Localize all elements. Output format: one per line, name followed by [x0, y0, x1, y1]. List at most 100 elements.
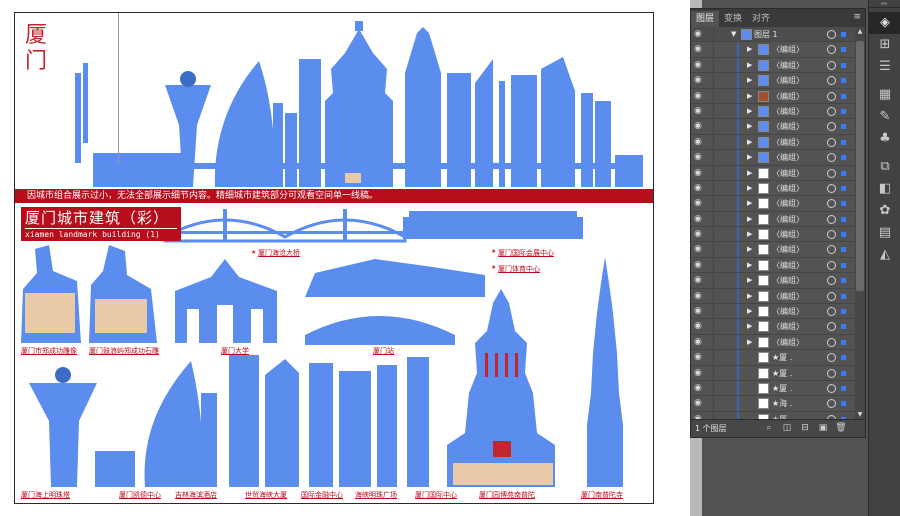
layer-row[interactable]: ◉ ★海 .	[691, 396, 855, 412]
layer-row[interactable]: ◉ ▶ 〈编组〉	[691, 88, 855, 104]
artboard[interactable]: ★ ★ ★ 厦门 因城市组合展示过小，无法全部展示细节内容。精细城市建筑部分可观看空…	[14, 12, 654, 504]
object-name[interactable]: 〈编组〉	[772, 167, 804, 180]
layer-row[interactable]: ◉ ★厦 .	[691, 365, 855, 381]
object-name[interactable]: 〈编组〉	[772, 43, 804, 56]
selection-indicator[interactable]	[841, 247, 846, 253]
target-circle-icon[interactable]	[827, 276, 836, 286]
expand-triangle-icon[interactable]: ▶	[747, 91, 752, 101]
selection-indicator[interactable]	[841, 324, 846, 330]
expand-triangle-icon[interactable]: ▶	[747, 229, 752, 239]
color-guide-icon[interactable]: ✿	[869, 200, 900, 222]
tab-transform[interactable]: 变换	[719, 11, 747, 27]
transparency-icon[interactable]: ◭	[869, 244, 900, 266]
lock-column[interactable]	[713, 196, 714, 211]
tab-align[interactable]: 对齐	[747, 11, 775, 27]
object-name[interactable]: 〈编组〉	[772, 90, 804, 103]
visibility-eye-icon[interactable]: ◉	[694, 106, 706, 116]
visibility-eye-icon[interactable]: ◉	[694, 383, 706, 393]
lock-column[interactable]	[713, 119, 714, 134]
selection-indicator[interactable]	[841, 32, 846, 37]
selection-indicator[interactable]	[841, 139, 846, 145]
align-icon[interactable]: ☰	[869, 56, 900, 78]
target-circle-icon[interactable]	[827, 106, 836, 116]
object-name[interactable]: 〈编组〉	[772, 136, 804, 149]
target-circle-icon[interactable]	[827, 337, 836, 347]
visibility-eye-icon[interactable]: ◉	[694, 168, 706, 178]
create-sublayer-icon[interactable]: ⊟	[799, 423, 811, 434]
target-circle-icon[interactable]	[827, 199, 836, 209]
expand-triangle-icon[interactable]: ▶	[747, 75, 752, 85]
expand-triangle-icon[interactable]: ▶	[747, 321, 752, 331]
make-clipping-mask-icon[interactable]: ◫	[781, 423, 793, 434]
visibility-eye-icon[interactable]: ◉	[694, 321, 706, 331]
expand-triangle-icon[interactable]: ▶	[747, 106, 752, 116]
expand-triangle-icon[interactable]: ▶	[747, 260, 752, 270]
locate-object-icon[interactable]: ⌕	[763, 423, 775, 434]
layer-row[interactable]: ◉ ▶ 〈编组〉	[691, 165, 855, 181]
visibility-eye-icon[interactable]: ◉	[694, 244, 706, 254]
object-name[interactable]: ★厦 .	[772, 367, 792, 380]
selection-indicator[interactable]	[841, 278, 846, 284]
selection-indicator[interactable]	[841, 93, 846, 99]
selection-indicator[interactable]	[841, 47, 846, 53]
expand-triangle-icon[interactable]: ▶	[747, 198, 752, 208]
target-circle-icon[interactable]	[827, 45, 836, 55]
lock-column[interactable]	[713, 73, 714, 88]
expand-triangle-icon[interactable]: ▶	[747, 214, 752, 224]
selection-indicator[interactable]	[841, 262, 846, 268]
layer-row[interactable]: ◉ ▶ 〈编组〉	[691, 180, 855, 197]
layer-row[interactable]: ◉ ▶ 〈编组〉	[691, 42, 855, 58]
target-circle-icon[interactable]	[827, 168, 836, 178]
expand-triangle-icon[interactable]: ▶	[747, 244, 752, 254]
lock-column[interactable]	[713, 180, 714, 196]
target-circle-icon[interactable]	[827, 245, 836, 255]
object-name[interactable]: 〈编组〉	[772, 290, 804, 303]
selection-indicator[interactable]	[841, 293, 846, 299]
expand-triangle-icon[interactable]: ▼	[731, 29, 736, 39]
layer-row[interactable]: ◉ ★厦 .	[691, 350, 855, 366]
lock-column[interactable]	[713, 88, 714, 103]
visibility-eye-icon[interactable]: ◉	[694, 91, 706, 101]
object-name[interactable]: 〈编组〉	[772, 228, 804, 241]
scroll-up-icon[interactable]: ▲	[856, 28, 864, 35]
lock-column[interactable]	[713, 365, 714, 380]
swatches-icon[interactable]: ▦	[869, 84, 900, 106]
layers-list[interactable]: ◉ ▼ 图层 1 ◉ ▶ 〈编组〉 ◉ ▶ 〈编组〉 ◉ ▶ 〈编组〉 ◉ ▶ 〈编组〉 ◉ ▶ 〈编组〉 ◉…	[691, 27, 855, 419]
visibility-eye-icon[interactable]: ◉	[694, 306, 706, 316]
lock-column[interactable]	[713, 334, 714, 350]
target-circle-icon[interactable]	[827, 137, 836, 147]
object-name[interactable]: ★厦 .	[772, 382, 792, 395]
target-circle-icon[interactable]	[827, 368, 836, 378]
document-canvas[interactable]: ★ ★ ★ 厦门 因城市组合展示过小，无法全部展示细节内容。精细城市建筑部分可观看空…	[0, 0, 690, 516]
expand-triangle-icon[interactable]: ▶	[747, 44, 752, 54]
object-name[interactable]: 〈编组〉	[772, 274, 804, 287]
layer-row[interactable]: ◉ ▶ 〈编组〉	[691, 73, 855, 89]
target-circle-icon[interactable]	[827, 122, 836, 132]
selection-indicator[interactable]	[841, 385, 846, 391]
lock-column[interactable]	[713, 103, 714, 119]
strip-grip[interactable]: ▸▸	[869, 0, 900, 8]
expand-triangle-icon[interactable]: ▶	[747, 152, 752, 162]
visibility-eye-icon[interactable]: ◉	[694, 121, 706, 131]
visibility-eye-icon[interactable]: ◉	[694, 291, 706, 301]
layer-row[interactable]: ◉ ★厦 .	[691, 380, 855, 397]
scroll-thumb[interactable]	[856, 41, 864, 291]
selection-indicator[interactable]	[841, 201, 846, 207]
expand-triangle-icon[interactable]: ▶	[747, 121, 752, 131]
gradient-icon[interactable]: ▤	[869, 222, 900, 244]
layer-row[interactable]: ◉ ▶ 〈编组〉	[691, 196, 855, 212]
layer-row[interactable]: ◉ ▶ 〈编组〉	[691, 211, 855, 228]
object-name[interactable]: 〈编组〉	[772, 197, 804, 210]
panel-menu-icon[interactable]: ≡	[853, 12, 861, 22]
visibility-eye-icon[interactable]: ◉	[694, 75, 706, 85]
visibility-eye-icon[interactable]: ◉	[694, 398, 706, 408]
lock-column[interactable]	[713, 288, 714, 304]
object-name[interactable]: 〈编组〉	[772, 105, 804, 118]
target-circle-icon[interactable]	[827, 214, 836, 224]
selection-indicator[interactable]	[841, 355, 846, 361]
brushes-icon[interactable]: ✎	[869, 106, 900, 128]
target-circle-icon[interactable]	[827, 230, 836, 240]
lock-column[interactable]	[713, 57, 714, 73]
target-circle-icon[interactable]	[827, 60, 836, 70]
lock-column[interactable]	[713, 150, 714, 165]
